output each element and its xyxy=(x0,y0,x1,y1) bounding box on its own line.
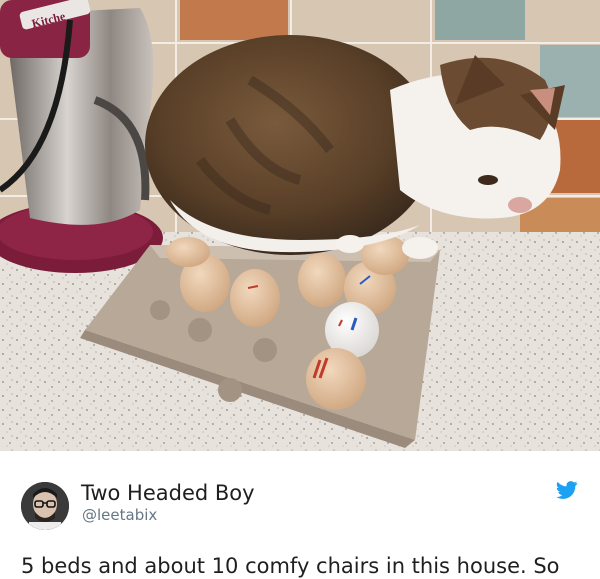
display-name[interactable]: Two Headed Boy xyxy=(81,481,255,505)
twitter-bird-icon[interactable] xyxy=(556,481,578,499)
tweet-photo: Kitche xyxy=(0,0,600,451)
tweet-text: 5 beds and about 10 comfy chairs in this… xyxy=(21,554,560,578)
avatar-portrait-icon xyxy=(21,482,69,530)
avatar[interactable] xyxy=(21,482,69,530)
user-handle[interactable]: @leetabix xyxy=(82,506,157,524)
stand-mixer: Kitche xyxy=(0,0,163,273)
